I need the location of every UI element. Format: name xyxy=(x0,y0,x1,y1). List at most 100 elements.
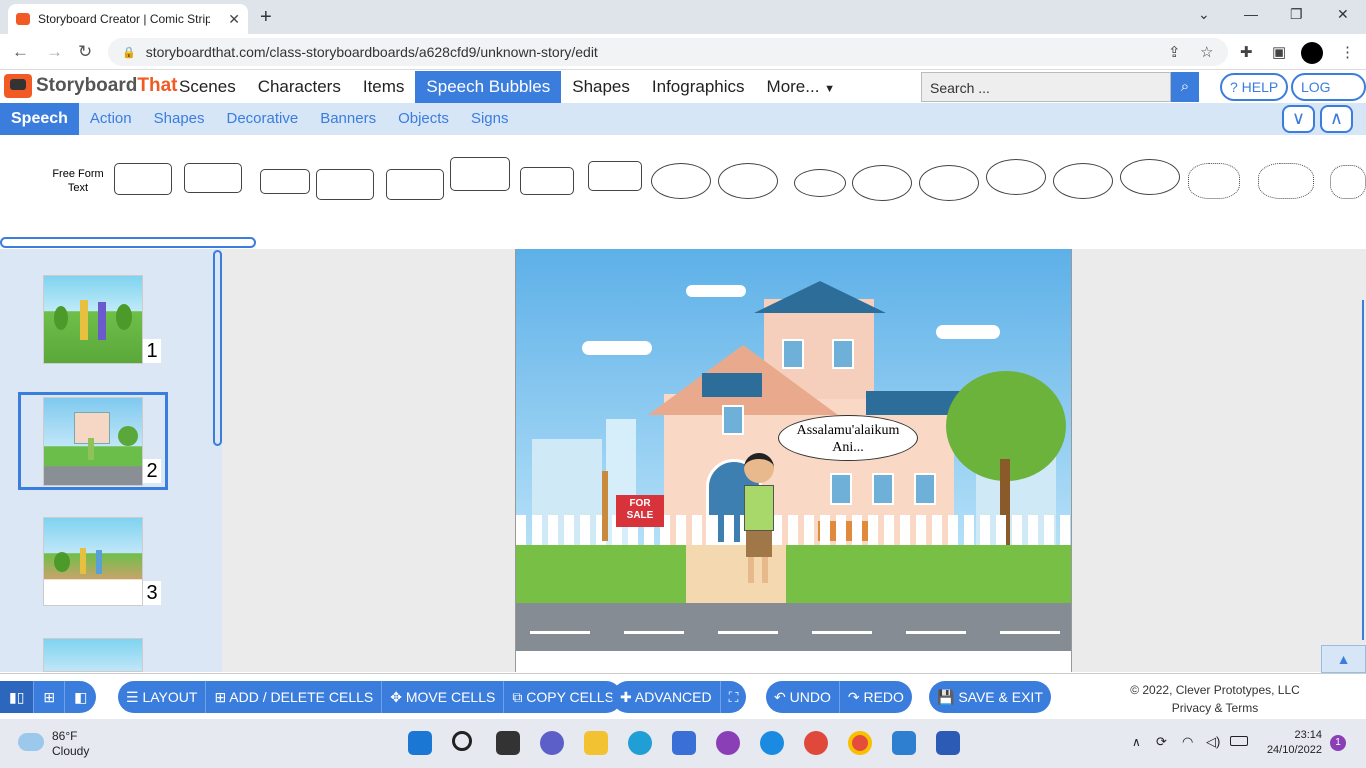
storyboard-cell[interactable]: FOR SALE Assalamu'alaikum Ani... xyxy=(515,249,1072,672)
subnav-signs[interactable]: Signs xyxy=(460,103,520,135)
privacy-terms-link[interactable]: Privacy & Terms xyxy=(1120,699,1310,717)
bubble-option[interactable] xyxy=(986,159,1046,195)
fullscreen-icon[interactable]: ⛶ xyxy=(721,681,747,713)
help-button[interactable]: ? HELP xyxy=(1220,73,1289,101)
extensions-puzzle-icon[interactable]: ✚ xyxy=(1240,43,1253,61)
thought-bubble-option[interactable] xyxy=(1330,165,1366,199)
nav-infographics[interactable]: Infographics xyxy=(641,71,756,103)
undo-button[interactable]: ↶ UNDO xyxy=(766,681,840,713)
bookmark-star-icon[interactable]: ☆ xyxy=(1200,43,1213,61)
file-explorer-icon[interactable] xyxy=(584,731,608,755)
grid-view-icon[interactable]: ⊞ xyxy=(34,681,66,713)
share-icon[interactable]: ⇪ xyxy=(1168,43,1181,61)
advanced-button[interactable]: ✚ ADVANCED xyxy=(612,681,721,713)
nav-items[interactable]: Items xyxy=(352,71,416,103)
app-icon[interactable] xyxy=(716,731,740,755)
redo-button[interactable]: ↷ REDO xyxy=(840,681,912,713)
cell-thumbnail[interactable] xyxy=(43,638,143,672)
cell-thumbnail[interactable] xyxy=(43,517,143,606)
word-icon[interactable] xyxy=(936,731,960,755)
store-icon[interactable] xyxy=(672,731,696,755)
url-bar[interactable]: 🔒 storyboardthat.com/class-storyboardboa… xyxy=(108,38,1228,66)
new-tab-button[interactable]: + xyxy=(260,6,272,29)
start-menu-icon[interactable] xyxy=(408,731,432,755)
battery-icon[interactable] xyxy=(1230,736,1248,746)
browser-tab[interactable]: Storyboard Creator | Comic Strip ✕ xyxy=(8,4,248,34)
bubble-option[interactable] xyxy=(520,167,574,195)
minimize-button[interactable]: — xyxy=(1244,6,1258,22)
thought-bubble-option[interactable] xyxy=(1258,163,1314,199)
edge-browser-icon[interactable] xyxy=(628,731,652,755)
search-button[interactable]: ⌕ xyxy=(1171,72,1199,102)
speech-bubble[interactable]: Assalamu'alaikum Ani... xyxy=(778,415,918,461)
bubble-option[interactable] xyxy=(588,161,642,191)
subnav-decorative[interactable]: Decorative xyxy=(216,103,310,135)
thought-bubble-option[interactable] xyxy=(1188,163,1240,199)
storyboardthat-logo[interactable]: Storyboard That xyxy=(4,74,177,98)
sidebar-scrollbar[interactable] xyxy=(213,250,222,446)
back-arrow-icon[interactable]: ← xyxy=(12,42,29,62)
bubble-option[interactable] xyxy=(794,169,846,197)
bubble-option[interactable] xyxy=(718,163,778,199)
bubble-option[interactable] xyxy=(651,163,711,199)
nav-shapes[interactable]: Shapes xyxy=(561,71,641,103)
weather-widget[interactable]: 86°F Cloudy xyxy=(52,729,89,759)
chevron-down-icon[interactable]: ∨ xyxy=(1282,105,1315,133)
layout-button[interactable]: ☰ LAYOUT xyxy=(118,681,207,713)
forward-arrow-icon[interactable]: → xyxy=(46,42,63,62)
bubble-option[interactable] xyxy=(114,163,172,195)
chat-icon[interactable] xyxy=(540,731,564,755)
subnav-banners[interactable]: Banners xyxy=(309,103,387,135)
close-window-button[interactable]: ✕ xyxy=(1337,6,1349,23)
nav-characters[interactable]: Characters xyxy=(247,71,352,103)
bubble-option[interactable] xyxy=(1120,159,1180,195)
save-exit-button[interactable]: 💾 SAVE & EXIT xyxy=(929,681,1051,713)
sidebar-view-icon[interactable]: ▮▯ xyxy=(0,681,35,713)
side-panel-icon[interactable]: ▣ xyxy=(1272,43,1286,61)
bubble-option[interactable] xyxy=(386,169,444,200)
nav-more[interactable]: More... ▼ xyxy=(756,71,847,103)
copy-cells-button[interactable]: ⧉ COPY CELLS xyxy=(504,681,622,713)
browser-menu-icon[interactable]: ⋮ xyxy=(1340,43,1355,61)
search-icon[interactable] xyxy=(452,731,472,751)
bubble-option[interactable] xyxy=(316,169,374,200)
canvas-scrollbar[interactable] xyxy=(1362,300,1366,640)
notification-badge[interactable]: 1 xyxy=(1330,735,1346,751)
reload-icon[interactable]: ↻ xyxy=(78,42,92,62)
tab-search-icon[interactable]: ⌄ xyxy=(1198,6,1210,23)
subnav-action[interactable]: Action xyxy=(79,103,143,135)
bubble-option[interactable] xyxy=(260,169,310,194)
cell-thumbnail[interactable] xyxy=(43,397,143,486)
chrome-browser-icon[interactable] xyxy=(848,731,872,755)
close-tab-icon[interactable]: ✕ xyxy=(228,11,240,28)
cell-thumbnail[interactable] xyxy=(43,275,143,364)
scroll-up-button[interactable]: ▲ xyxy=(1321,645,1366,673)
subnav-objects[interactable]: Objects xyxy=(387,103,460,135)
photos-icon[interactable] xyxy=(892,731,916,755)
bubble-option[interactable] xyxy=(450,157,510,191)
wifi-icon[interactable]: ◠ xyxy=(1182,734,1193,750)
bubble-option[interactable] xyxy=(1053,163,1113,199)
subnav-speech[interactable]: Speech xyxy=(0,103,79,135)
volume-icon[interactable]: ◁) xyxy=(1206,734,1220,750)
nav-speech-bubbles[interactable]: Speech Bubbles xyxy=(415,71,562,103)
split-view-icon[interactable]: ◧ xyxy=(65,681,96,713)
help-icon[interactable] xyxy=(760,731,784,755)
search-input[interactable]: Search ... xyxy=(921,72,1171,102)
profile-avatar[interactable] xyxy=(1301,42,1323,64)
subnav-shapes[interactable]: Shapes xyxy=(143,103,216,135)
task-view-icon[interactable] xyxy=(496,731,520,755)
sync-icon[interactable]: ⟳ xyxy=(1156,734,1167,750)
bubble-option[interactable] xyxy=(184,163,242,193)
add-delete-cells-button[interactable]: ⊞ ADD / DELETE CELLS xyxy=(206,681,383,713)
bubble-option[interactable] xyxy=(852,165,912,201)
clock[interactable]: 23:14 24/10/2022 xyxy=(1258,728,1322,758)
free-form-text-option[interactable]: Free Form Text xyxy=(44,167,112,195)
logout-button[interactable]: LOG OUT xyxy=(1291,73,1366,119)
chevron-up-icon[interactable]: ∧ xyxy=(1320,105,1353,133)
move-cells-button[interactable]: ✥ MOVE CELLS xyxy=(382,681,505,713)
nav-scenes[interactable]: Scenes xyxy=(168,71,247,103)
system-tray-chevron-icon[interactable]: ∧ xyxy=(1132,735,1141,749)
palette-scrollbar[interactable] xyxy=(0,237,256,248)
app-icon[interactable] xyxy=(804,731,828,755)
